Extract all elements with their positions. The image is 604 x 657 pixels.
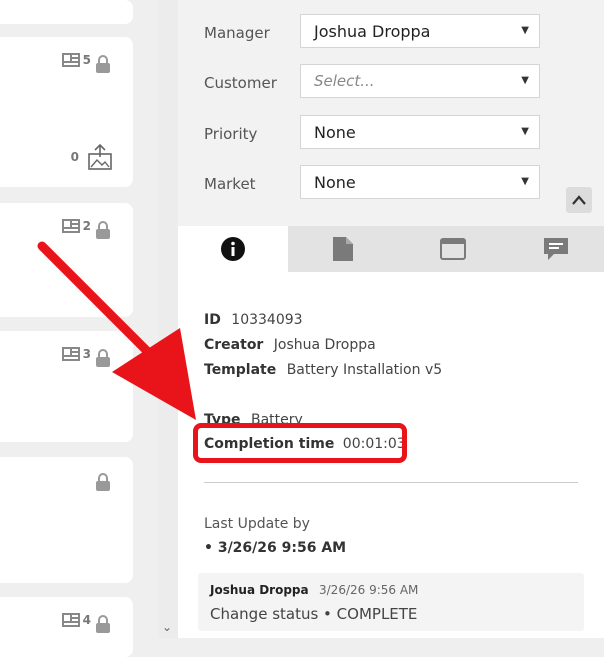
annotation-arrow <box>37 241 196 420</box>
annotation-highlight-box <box>193 423 407 463</box>
